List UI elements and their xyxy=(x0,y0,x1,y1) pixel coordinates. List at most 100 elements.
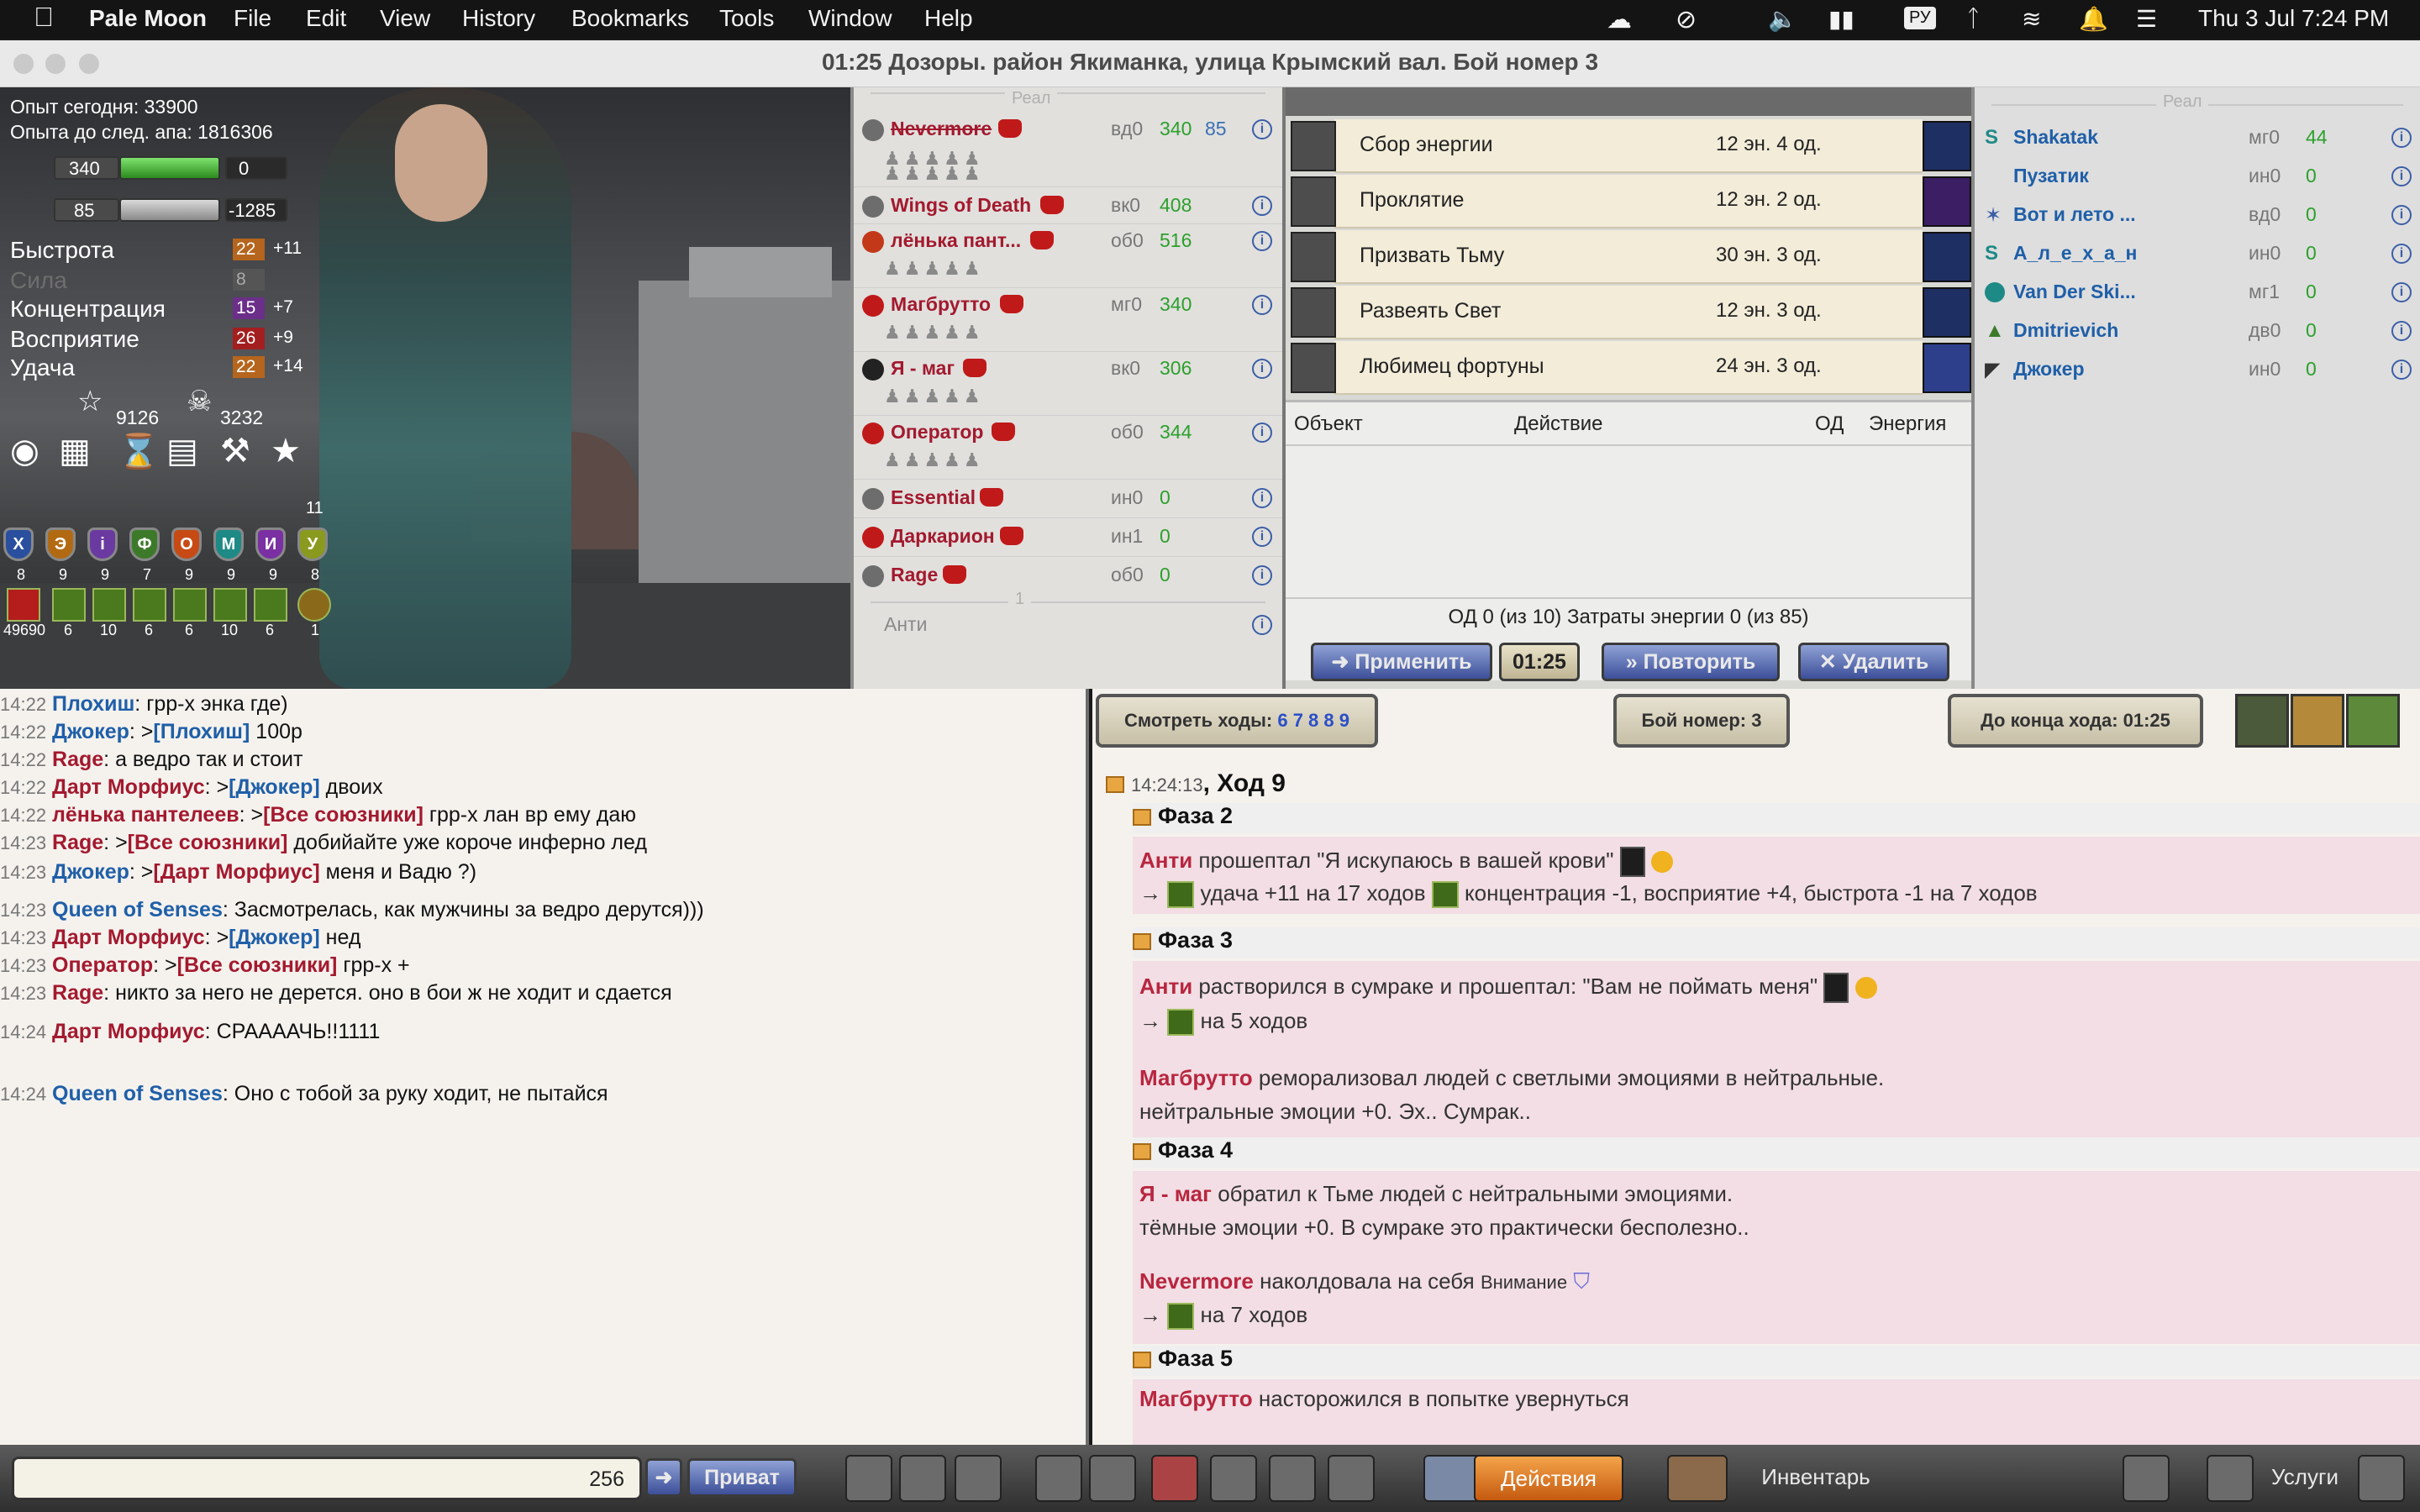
menu-bookmarks[interactable]: Bookmarks xyxy=(571,5,689,32)
item-icon[interactable] xyxy=(173,588,207,622)
ally-row[interactable]: S А_л_е_х_а_н ин0 0 i xyxy=(1975,239,2420,277)
info-icon[interactable]: i xyxy=(1252,527,1272,547)
target-icon[interactable] xyxy=(1151,1455,1198,1502)
ally-row[interactable]: S Shakatak мг0 44 i xyxy=(1975,121,2420,160)
log-actor[interactable]: Я - маг xyxy=(1139,1181,1212,1206)
spell-row[interactable]: Проклятие 12 эн. 2 од. xyxy=(1291,175,1971,228)
chat-author[interactable]: Плохиш xyxy=(52,692,134,716)
services-tab[interactable]: Услуги xyxy=(2259,1455,2351,1502)
log-actor[interactable]: Магбрутто xyxy=(1139,1386,1253,1411)
enemy-name[interactable]: лёнька пант... xyxy=(891,229,1021,252)
collapse-icon[interactable] xyxy=(1133,1142,1151,1160)
info-icon[interactable]: i xyxy=(2391,128,2412,148)
delete-button[interactable]: ✕ Удалить xyxy=(1798,643,1949,681)
table-icon[interactable] xyxy=(2358,1455,2405,1502)
apple-menu-icon[interactable]:  xyxy=(34,2,54,33)
info-icon[interactable]: i xyxy=(2391,166,2412,186)
ally-name[interactable]: А_л_е_х_а_н xyxy=(2013,242,2137,265)
app-menu[interactable]: Pale Moon xyxy=(89,5,207,32)
input-language[interactable]: РУ xyxy=(1904,7,1936,29)
info-icon[interactable]: i xyxy=(2391,321,2412,341)
chat-recipient[interactable]: [Плохиш] xyxy=(153,720,250,743)
inventory-icon[interactable] xyxy=(1667,1455,1728,1502)
private-button[interactable]: Приват xyxy=(687,1458,797,1497)
chat-author[interactable]: Джокер xyxy=(52,720,129,743)
chat-recipient[interactable]: [Джокер] xyxy=(229,926,320,949)
info-icon[interactable]: i xyxy=(1252,359,1272,379)
rune-m-icon[interactable]: М xyxy=(213,528,244,561)
item-icon[interactable] xyxy=(52,588,86,622)
ally-name[interactable]: Джокер xyxy=(2013,358,2085,381)
wifi-icon[interactable]: ≋ xyxy=(2022,5,2041,33)
wallet-icon[interactable]: ▦ xyxy=(59,432,91,470)
chat-recipient[interactable]: [Все союзники] xyxy=(177,953,338,977)
scroll-icon[interactable] xyxy=(2291,694,2344,748)
battery-icon[interactable]: ▮▮ xyxy=(1828,5,1854,33)
rune-f-icon[interactable]: Ф xyxy=(129,528,160,561)
chat-author[interactable]: Rage xyxy=(52,831,103,854)
notes-icon[interactable] xyxy=(955,1455,1002,1502)
enemy-name[interactable]: Даркарион xyxy=(891,525,995,548)
ally-row[interactable]: ▲ Dmitrievich дв0 0 i xyxy=(1975,316,2420,354)
info-icon[interactable]: i xyxy=(2391,205,2412,225)
rune-ii-icon[interactable]: И xyxy=(255,528,286,561)
log-actor[interactable]: Анти xyxy=(1139,974,1192,999)
enemy-name[interactable]: Essential xyxy=(891,486,976,509)
chat-input[interactable]: 256 xyxy=(12,1457,642,1500)
info-icon[interactable]: i xyxy=(1252,488,1272,508)
tools-icon[interactable]: ⚒ xyxy=(220,432,250,470)
enemy-row[interactable]: Магбрутто мг0 340 i ♟♟♟♟♟ xyxy=(854,287,1282,349)
chat-recipient[interactable]: [Все союзники] xyxy=(263,803,424,827)
character-icon[interactable]: ◉ xyxy=(10,432,39,470)
log-actor[interactable]: Nevermore xyxy=(1139,1268,1254,1294)
enemy-name[interactable]: Rage xyxy=(891,564,938,586)
rune-x-icon[interactable]: X xyxy=(3,528,34,561)
clock-icon[interactable] xyxy=(899,1455,946,1502)
enemy-row[interactable]: Rage об0 0 i xyxy=(854,556,1282,593)
apply-button[interactable]: ➜ Применить xyxy=(1311,643,1492,681)
ally-row[interactable]: ✶ Вот и лето ... вд0 0 i xyxy=(1975,200,2420,239)
gear-icon[interactable] xyxy=(2207,1455,2254,1502)
ally-name[interactable]: Shakatak xyxy=(2013,126,2098,149)
volume-icon[interactable]: 🔈 xyxy=(1768,5,1797,33)
menu-tools[interactable]: Tools xyxy=(719,5,774,32)
rune-o-icon[interactable]: О xyxy=(171,528,202,561)
wizard-icon[interactable] xyxy=(2235,694,2289,748)
enemy-row[interactable]: лёнька пант... об0 516 i ♟♟♟♟♟ xyxy=(854,223,1282,286)
enemy-name[interactable]: Nevermore xyxy=(891,118,992,140)
ally-row[interactable]: Пузатик ин0 0 i xyxy=(1975,161,2420,200)
run-icon[interactable] xyxy=(1035,1455,1082,1502)
clock-item-icon[interactable] xyxy=(297,588,331,622)
chat-author[interactable]: Джокер xyxy=(52,860,129,884)
layers-icon[interactable] xyxy=(1328,1455,1375,1502)
collapse-icon[interactable] xyxy=(1133,1351,1151,1368)
rune-e-icon[interactable]: Э xyxy=(45,528,76,561)
item-icon[interactable] xyxy=(254,588,287,622)
enemy-row[interactable]: Nevermore вд0 340 85 i ♟♟♟♟♟ ♟♟♟♟♟ xyxy=(854,118,1282,185)
spell-row[interactable]: Призвать Тьму 30 эн. 3 од. xyxy=(1291,230,1971,284)
info-icon[interactable]: i xyxy=(1252,196,1272,216)
inventory-tab[interactable]: Инвентарь xyxy=(1728,1455,1904,1502)
hourglass-icon[interactable]: ⌛ xyxy=(118,432,160,471)
chat-author[interactable]: Дарт Морфиус xyxy=(52,1020,205,1043)
chat-recipient[interactable]: [Джокер] xyxy=(229,775,320,799)
chat-author[interactable]: Оператор xyxy=(52,953,153,977)
info-icon[interactable]: i xyxy=(2391,244,2412,264)
info-icon[interactable]: i xyxy=(1252,615,1272,635)
chat-author[interactable]: Дарт Морфиус xyxy=(52,926,205,949)
enemy-name[interactable]: Магбрутто xyxy=(891,293,991,316)
enemy-row[interactable]: Essential ин0 0 i xyxy=(854,479,1282,516)
info-icon[interactable]: i xyxy=(1252,423,1272,443)
smiley-icon[interactable] xyxy=(845,1455,892,1502)
spell-row[interactable]: Развеять Свет 12 эн. 3 од. xyxy=(1291,286,1971,339)
enemy-name[interactable]: Анти xyxy=(884,613,927,636)
ally-row[interactable]: Van Der Ski... мг1 0 i xyxy=(1975,277,2420,316)
ally-row[interactable]: ◤ Джокер ин0 0 i xyxy=(1975,354,2420,393)
menu-file[interactable]: File xyxy=(234,5,271,32)
trophy-icon[interactable]: ★ xyxy=(271,432,301,470)
menubar-clock[interactable]: Thu 3 Jul 7:24 PM xyxy=(2198,5,2389,32)
info-icon[interactable]: i xyxy=(1252,295,1272,315)
rune-i-icon[interactable]: i xyxy=(87,528,118,561)
log-actor[interactable]: Анти xyxy=(1139,848,1192,873)
creative-cloud-icon[interactable]: ☁ xyxy=(1607,5,1632,34)
